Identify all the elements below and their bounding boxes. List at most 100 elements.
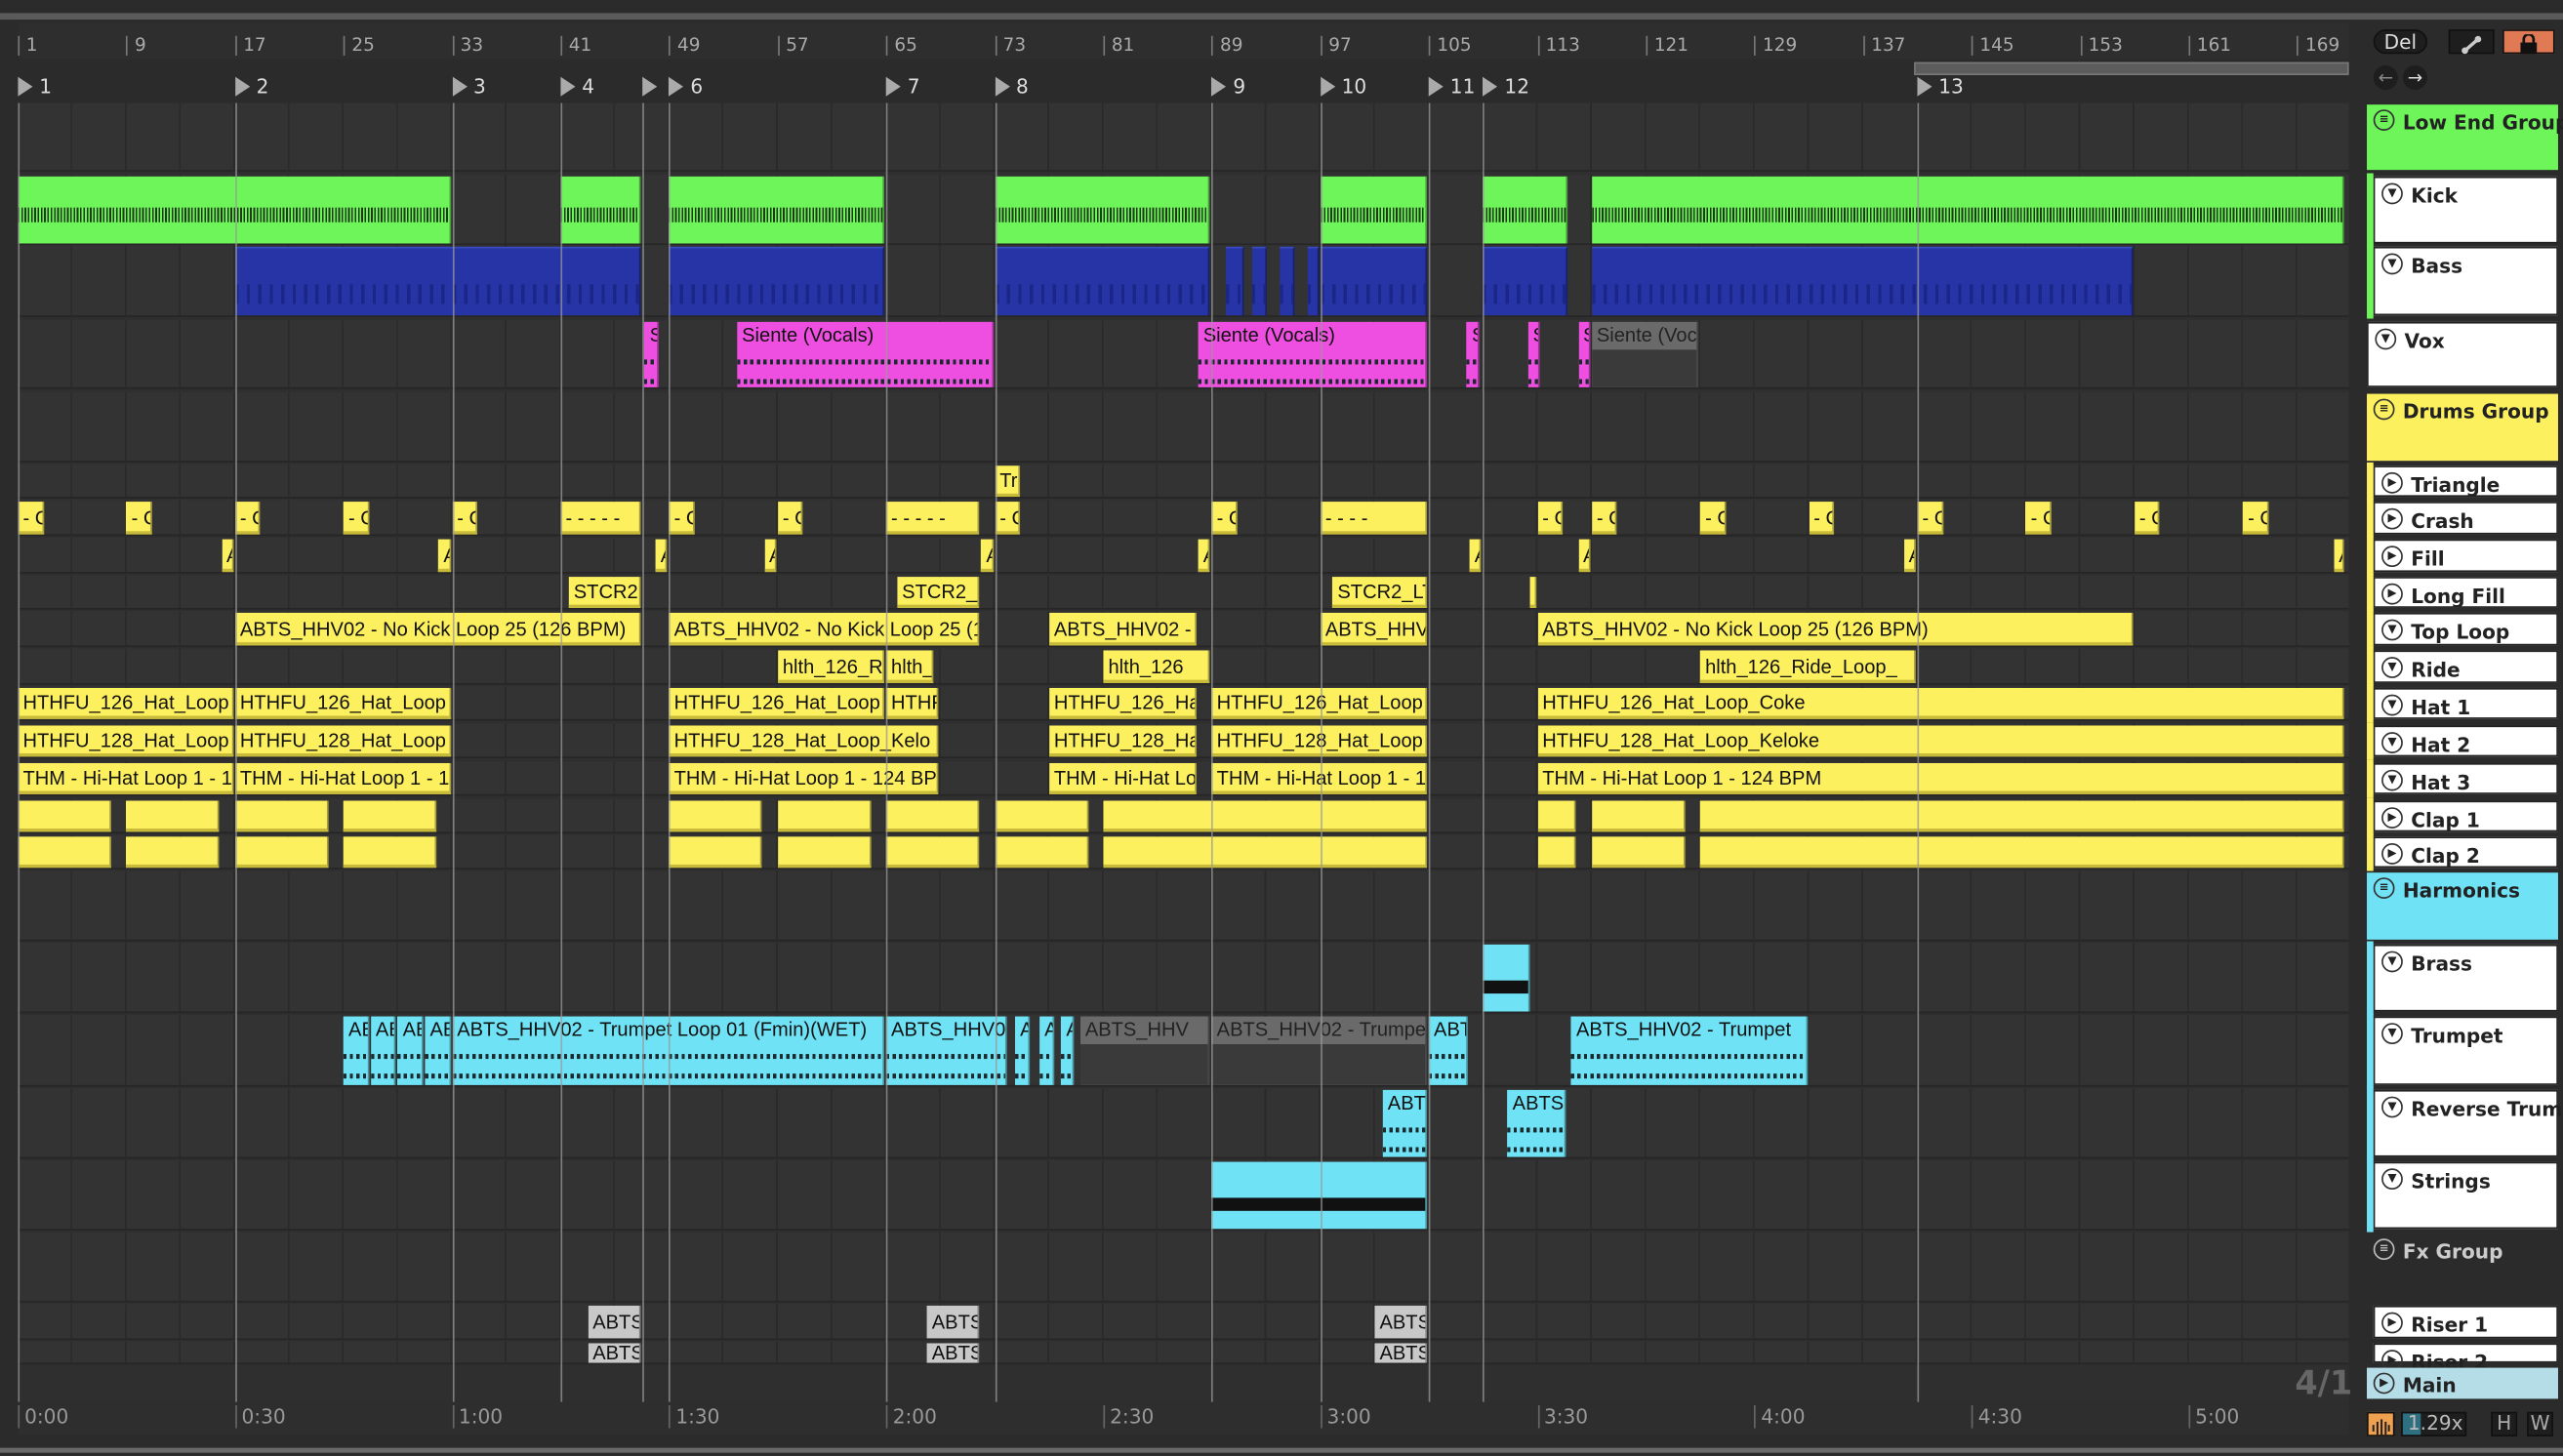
- time-ruler[interactable]: 0:00 0:30 1:00 1:30 2:00 2:30 3:00 3:30 4:00 4:30…: [18, 1401, 2349, 1436]
- clip[interactable]: S: [1577, 321, 1591, 387]
- clip[interactable]: [18, 836, 112, 869]
- clip[interactable]: Tr: [995, 465, 1021, 498]
- clip[interactable]: hlth_126_R: [777, 650, 885, 683]
- clip[interactable]: HTHFU_128_Hat_Loop_Keloke: [1537, 725, 2345, 757]
- track-header-crash[interactable]: ▶ Crash: [2373, 502, 2558, 535]
- track-lane-trumpet[interactable]: AE AE AE AE ABTS_HHV02 - Trumpet Loop 01 (Fm…: [18, 1014, 2349, 1087]
- clip[interactable]: A: [1198, 539, 1210, 573]
- play-icon[interactable]: ▶: [2381, 583, 2403, 605]
- track-header-vox[interactable]: ▼ Vox: [2367, 321, 2558, 387]
- track-lane-hat1[interactable]: HTHFU_126_Hat_Loop HTHFU_126_Hat_Loop HTHF…: [18, 686, 2349, 721]
- clip[interactable]: hlth_126_Ride_Loop_: [1700, 650, 1916, 683]
- fold-icon[interactable]: ▼: [2381, 182, 2403, 205]
- track-header-fill[interactable]: ▶ Fill: [2373, 539, 2558, 573]
- clip[interactable]: - C: [452, 502, 478, 535]
- clip[interactable]: [1252, 246, 1268, 316]
- play-icon[interactable]: ▶: [2381, 507, 2403, 530]
- track-lane-ride[interactable]: hlth_126_R hlth_ hlth_126 hlth_126_Ride_Loo…: [18, 648, 2349, 685]
- track-header-clap2[interactable]: ▶ Clap 2: [2373, 836, 2558, 869]
- clip[interactable]: [234, 836, 329, 869]
- clip[interactable]: [1537, 800, 1577, 832]
- play-icon[interactable]: ▶: [2373, 1372, 2395, 1395]
- clip[interactable]: hlth_: [886, 650, 934, 683]
- waveform-icon[interactable]: [2367, 1411, 2395, 1436]
- clip[interactable]: [560, 176, 641, 244]
- track-lane-clap1[interactable]: [18, 798, 2349, 834]
- clip[interactable]: [1591, 836, 1686, 869]
- clip[interactable]: S: [1530, 577, 1537, 608]
- clip[interactable]: ABTS: [1382, 1089, 1428, 1157]
- fold-icon[interactable]: ▼: [2381, 732, 2403, 753]
- clip[interactable]: ABTS: [1507, 1089, 1566, 1157]
- play-icon[interactable]: ▶: [2381, 546, 2403, 568]
- track-header-reverse[interactable]: ▼ Reverse Trum: [2373, 1089, 2562, 1157]
- clip[interactable]: A: [438, 539, 451, 573]
- clip[interactable]: [886, 800, 980, 832]
- clip[interactable]: - C: [2134, 502, 2160, 535]
- clip[interactable]: - C: [2025, 502, 2052, 535]
- arrow-left-icon[interactable]: ←: [2373, 64, 2398, 91]
- clip[interactable]: ABTS_HHV02 - I: [1048, 612, 1198, 646]
- clip[interactable]: - C: [1537, 502, 1564, 535]
- clip[interactable]: hlth_126: [1103, 650, 1210, 683]
- clip[interactable]: [1320, 176, 1428, 244]
- clip[interactable]: ABTS: [588, 1343, 641, 1363]
- w-button[interactable]: W: [2527, 1411, 2553, 1436]
- arrow-right-icon[interactable]: →: [2402, 64, 2427, 91]
- clip[interactable]: [669, 800, 763, 832]
- track-header-hat2[interactable]: ▼ Hat 2: [2373, 725, 2558, 757]
- clip[interactable]: HTHFU_128_Hat_Loop_Kelo: [669, 725, 939, 757]
- clip[interactable]: [234, 246, 641, 316]
- track-lane-fill[interactable]: AAAAAAAAAA: [18, 537, 2349, 574]
- clip[interactable]: HTHFU_126_Hat_Loop_Coke: [1537, 687, 2345, 719]
- track-header-brass[interactable]: ▼ Brass: [2373, 944, 2558, 1012]
- track-lane-hat3[interactable]: THM - Hi-Hat Loop 1 - 1 THM - Hi-Hat Loop…: [18, 761, 2349, 796]
- locator[interactable]: [641, 75, 664, 98]
- delete-button[interactable]: Del: [2373, 29, 2427, 55]
- clip[interactable]: [1225, 246, 1244, 316]
- track-lane-harmonics[interactable]: [18, 870, 2349, 942]
- clip[interactable]: THM - Hi-Hat Loop 1 - 1: [234, 763, 451, 794]
- clip[interactable]: A: [1469, 539, 1482, 573]
- clip[interactable]: ABTS: [926, 1343, 980, 1363]
- locator-row[interactable]: 1 2 3 4 6 7 8 9 10 11 12 13: [18, 72, 2348, 101]
- clip[interactable]: AE: [425, 1016, 451, 1085]
- clip[interactable]: A: [1061, 1016, 1075, 1085]
- track-header-kick[interactable]: ▼ Kick: [2373, 176, 2558, 244]
- clip[interactable]: A: [655, 539, 668, 573]
- clip[interactable]: HTHFU_128_Hat_Loop: [234, 725, 451, 757]
- track-header-trumpet[interactable]: ▼ Trumpet: [2373, 1016, 2558, 1085]
- link-icon[interactable]: [2448, 29, 2495, 55]
- clip[interactable]: A: [1903, 539, 1916, 573]
- clip[interactable]: [1483, 944, 1531, 1012]
- track-header-hat3[interactable]: ▼ Hat 3: [2373, 763, 2558, 794]
- clip[interactable]: - C: [1211, 502, 1238, 535]
- clip[interactable]: - C: [669, 502, 695, 535]
- clip[interactable]: ABTS: [926, 1305, 980, 1339]
- clip[interactable]: - C: [1700, 502, 1727, 535]
- track-header-longfill[interactable]: ▶ Long Fill: [2373, 577, 2558, 608]
- locator[interactable]: 4: [560, 75, 594, 98]
- track-lane-kick[interactable]: [18, 175, 2349, 246]
- track-header-drums[interactable]: ≡ Drums Group: [2367, 393, 2558, 462]
- clip[interactable]: STCR2_LT: [1332, 577, 1428, 608]
- clip[interactable]: - C: [344, 502, 370, 535]
- play-icon[interactable]: ▶: [2381, 471, 2403, 494]
- clip[interactable]: ABTS: [1374, 1343, 1428, 1363]
- track-header-strings[interactable]: ▼ Strings: [2373, 1161, 2558, 1230]
- clip[interactable]: HTHFU_126_Hat_Loop: [234, 687, 451, 719]
- clip[interactable]: ABTS_HHV02 - No Kick Loop 25 (126 BPM): [234, 612, 641, 646]
- clip[interactable]: - C: [1809, 502, 1835, 535]
- play-icon[interactable]: ▶: [2381, 1312, 2403, 1334]
- clip[interactable]: [344, 836, 437, 869]
- clip[interactable]: [1591, 800, 1686, 832]
- clip[interactable]: [1591, 246, 2134, 316]
- clip[interactable]: ABTS_HHV02 - No Kick Loop 25 (126 BPM): [1537, 612, 2134, 646]
- track-header-lowend[interactable]: ≡ Low End Group: [2367, 104, 2563, 171]
- h-button[interactable]: H: [2491, 1411, 2518, 1436]
- clip[interactable]: - C: [18, 502, 44, 535]
- track-lane-toploop[interactable]: ABTS_HHV02 - No Kick Loop 25 (126 BPM) AB…: [18, 611, 2349, 648]
- locator[interactable]: 3: [452, 75, 486, 98]
- clip[interactable]: ABT: [1429, 1016, 1469, 1085]
- track-header-hat1[interactable]: ▼ Hat 1: [2373, 687, 2558, 719]
